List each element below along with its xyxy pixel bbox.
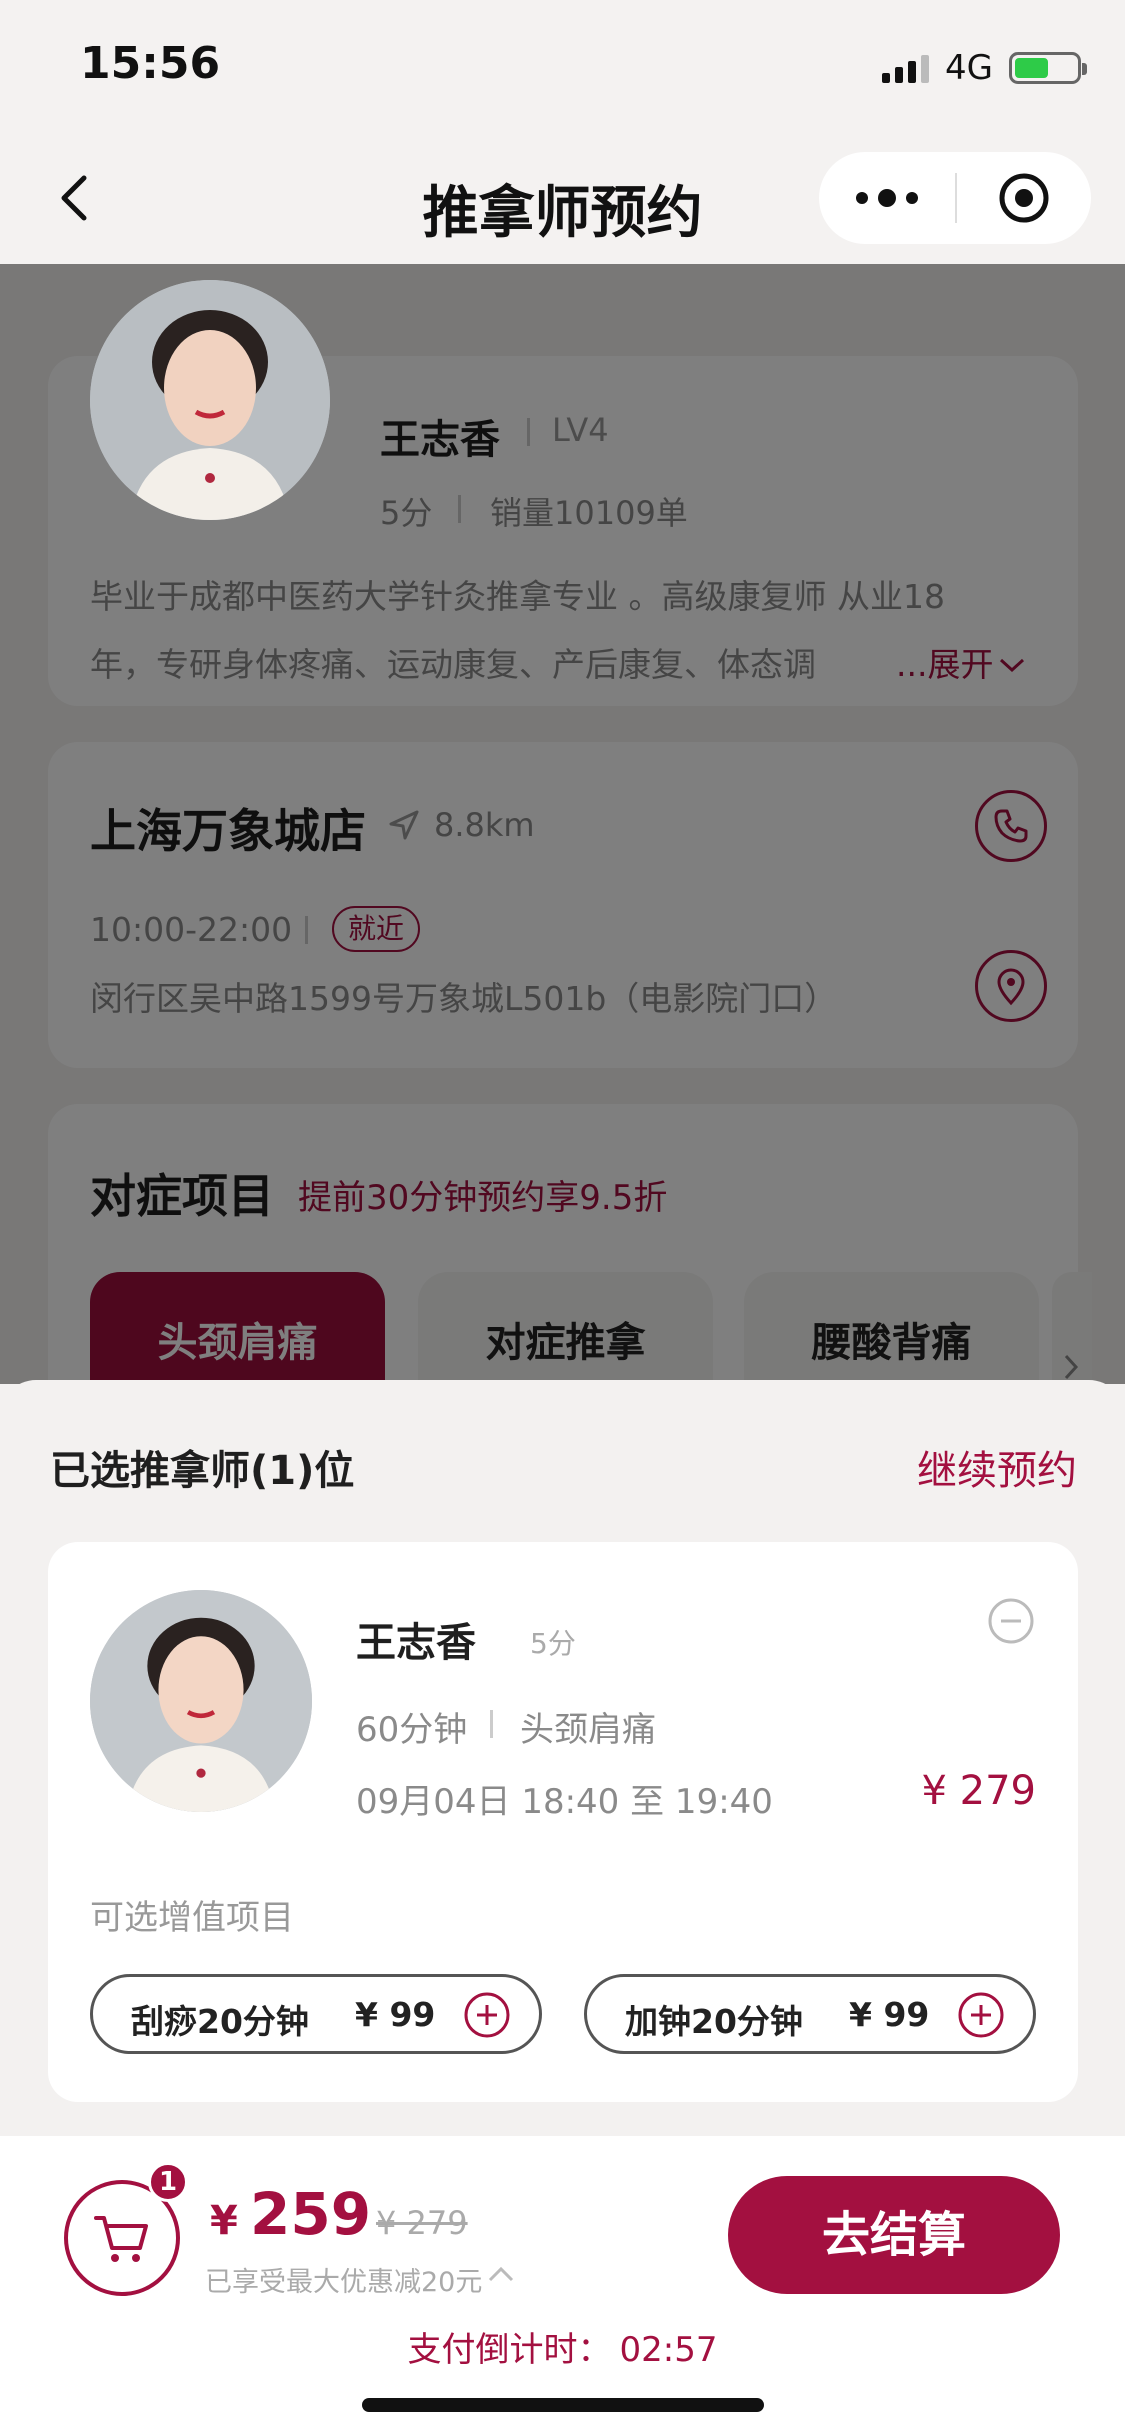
divider xyxy=(490,1710,493,1738)
payment-countdown: 支付倒计时： 02:57 xyxy=(0,2322,1125,2371)
selected-therapist-name: 王志香 xyxy=(356,1620,476,1666)
addon-name: 刮痧20分钟 xyxy=(131,2002,309,2041)
addon-label: 可选增值项目 xyxy=(90,1898,294,1938)
original-price: ¥ 279 xyxy=(376,2204,468,2242)
addon-gua-sha[interactable]: 刮痧20分钟 ¥ 99 xyxy=(90,1974,542,2054)
addon-extra-time[interactable]: 加钟20分钟 ¥ 99 xyxy=(584,1974,1036,2054)
checkout-button[interactable]: 去结算 xyxy=(728,2176,1060,2294)
discount-info[interactable]: 已享受最大优惠减20元 xyxy=(205,2260,482,2299)
cart-count-badge: 1 xyxy=(148,2162,188,2202)
plus-icon[interactable] xyxy=(957,1991,1005,2039)
continue-booking-link[interactable]: 继续预约 xyxy=(917,1438,1077,1496)
addon-name: 加钟20分钟 xyxy=(625,2002,803,2041)
currency-symbol: ¥ xyxy=(210,2198,238,2244)
selected-project: 头颈肩痛 xyxy=(520,1710,656,1750)
addon-price: ¥ 99 xyxy=(849,1995,930,2034)
chevron-up-icon[interactable] xyxy=(486,2262,516,2286)
cart-icon xyxy=(94,2216,148,2262)
sheet-title: 已选推拿师(1)位 xyxy=(50,1448,355,1494)
addon-price: ¥ 99 xyxy=(355,1995,436,2034)
remove-icon[interactable] xyxy=(986,1596,1036,1646)
countdown-value: 02:57 xyxy=(619,2330,718,2370)
selected-therapist-score: 5分 xyxy=(530,1627,576,1660)
selected-therapist-avatar xyxy=(90,1590,312,1812)
selected-therapist-card: 王志香 5分 60分钟 头颈肩痛 09月04日 18:40 至 19:40 ¥ … xyxy=(48,1542,1078,2102)
background-content: 王志香 LV4 5分 销量10109单 毕业于成都中医药大学针灸推拿专业 。高级… xyxy=(0,0,1125,1384)
home-indicator xyxy=(362,2398,764,2412)
total-price: 259 xyxy=(250,2180,372,2248)
plus-icon[interactable] xyxy=(463,1991,511,2039)
checkout-footer: 1 ¥ 259 ¥ 279 已享受最大优惠减20元 去结算 支付倒计时： 02:5… xyxy=(0,2136,1125,2436)
selected-therapist-sheet: 已选推拿师(1)位 继续预约 王志香 5分 60分钟 头颈肩痛 09月04日 1… xyxy=(0,1380,1125,2136)
selected-price: ¥ 279 xyxy=(921,1768,1036,1814)
selected-duration: 60分钟 xyxy=(356,1710,468,1750)
therapist-avatar xyxy=(90,280,330,520)
selected-time: 09月04日 18:40 至 19:40 xyxy=(356,1782,773,1822)
countdown-label: 支付倒计时： xyxy=(407,2330,612,2370)
